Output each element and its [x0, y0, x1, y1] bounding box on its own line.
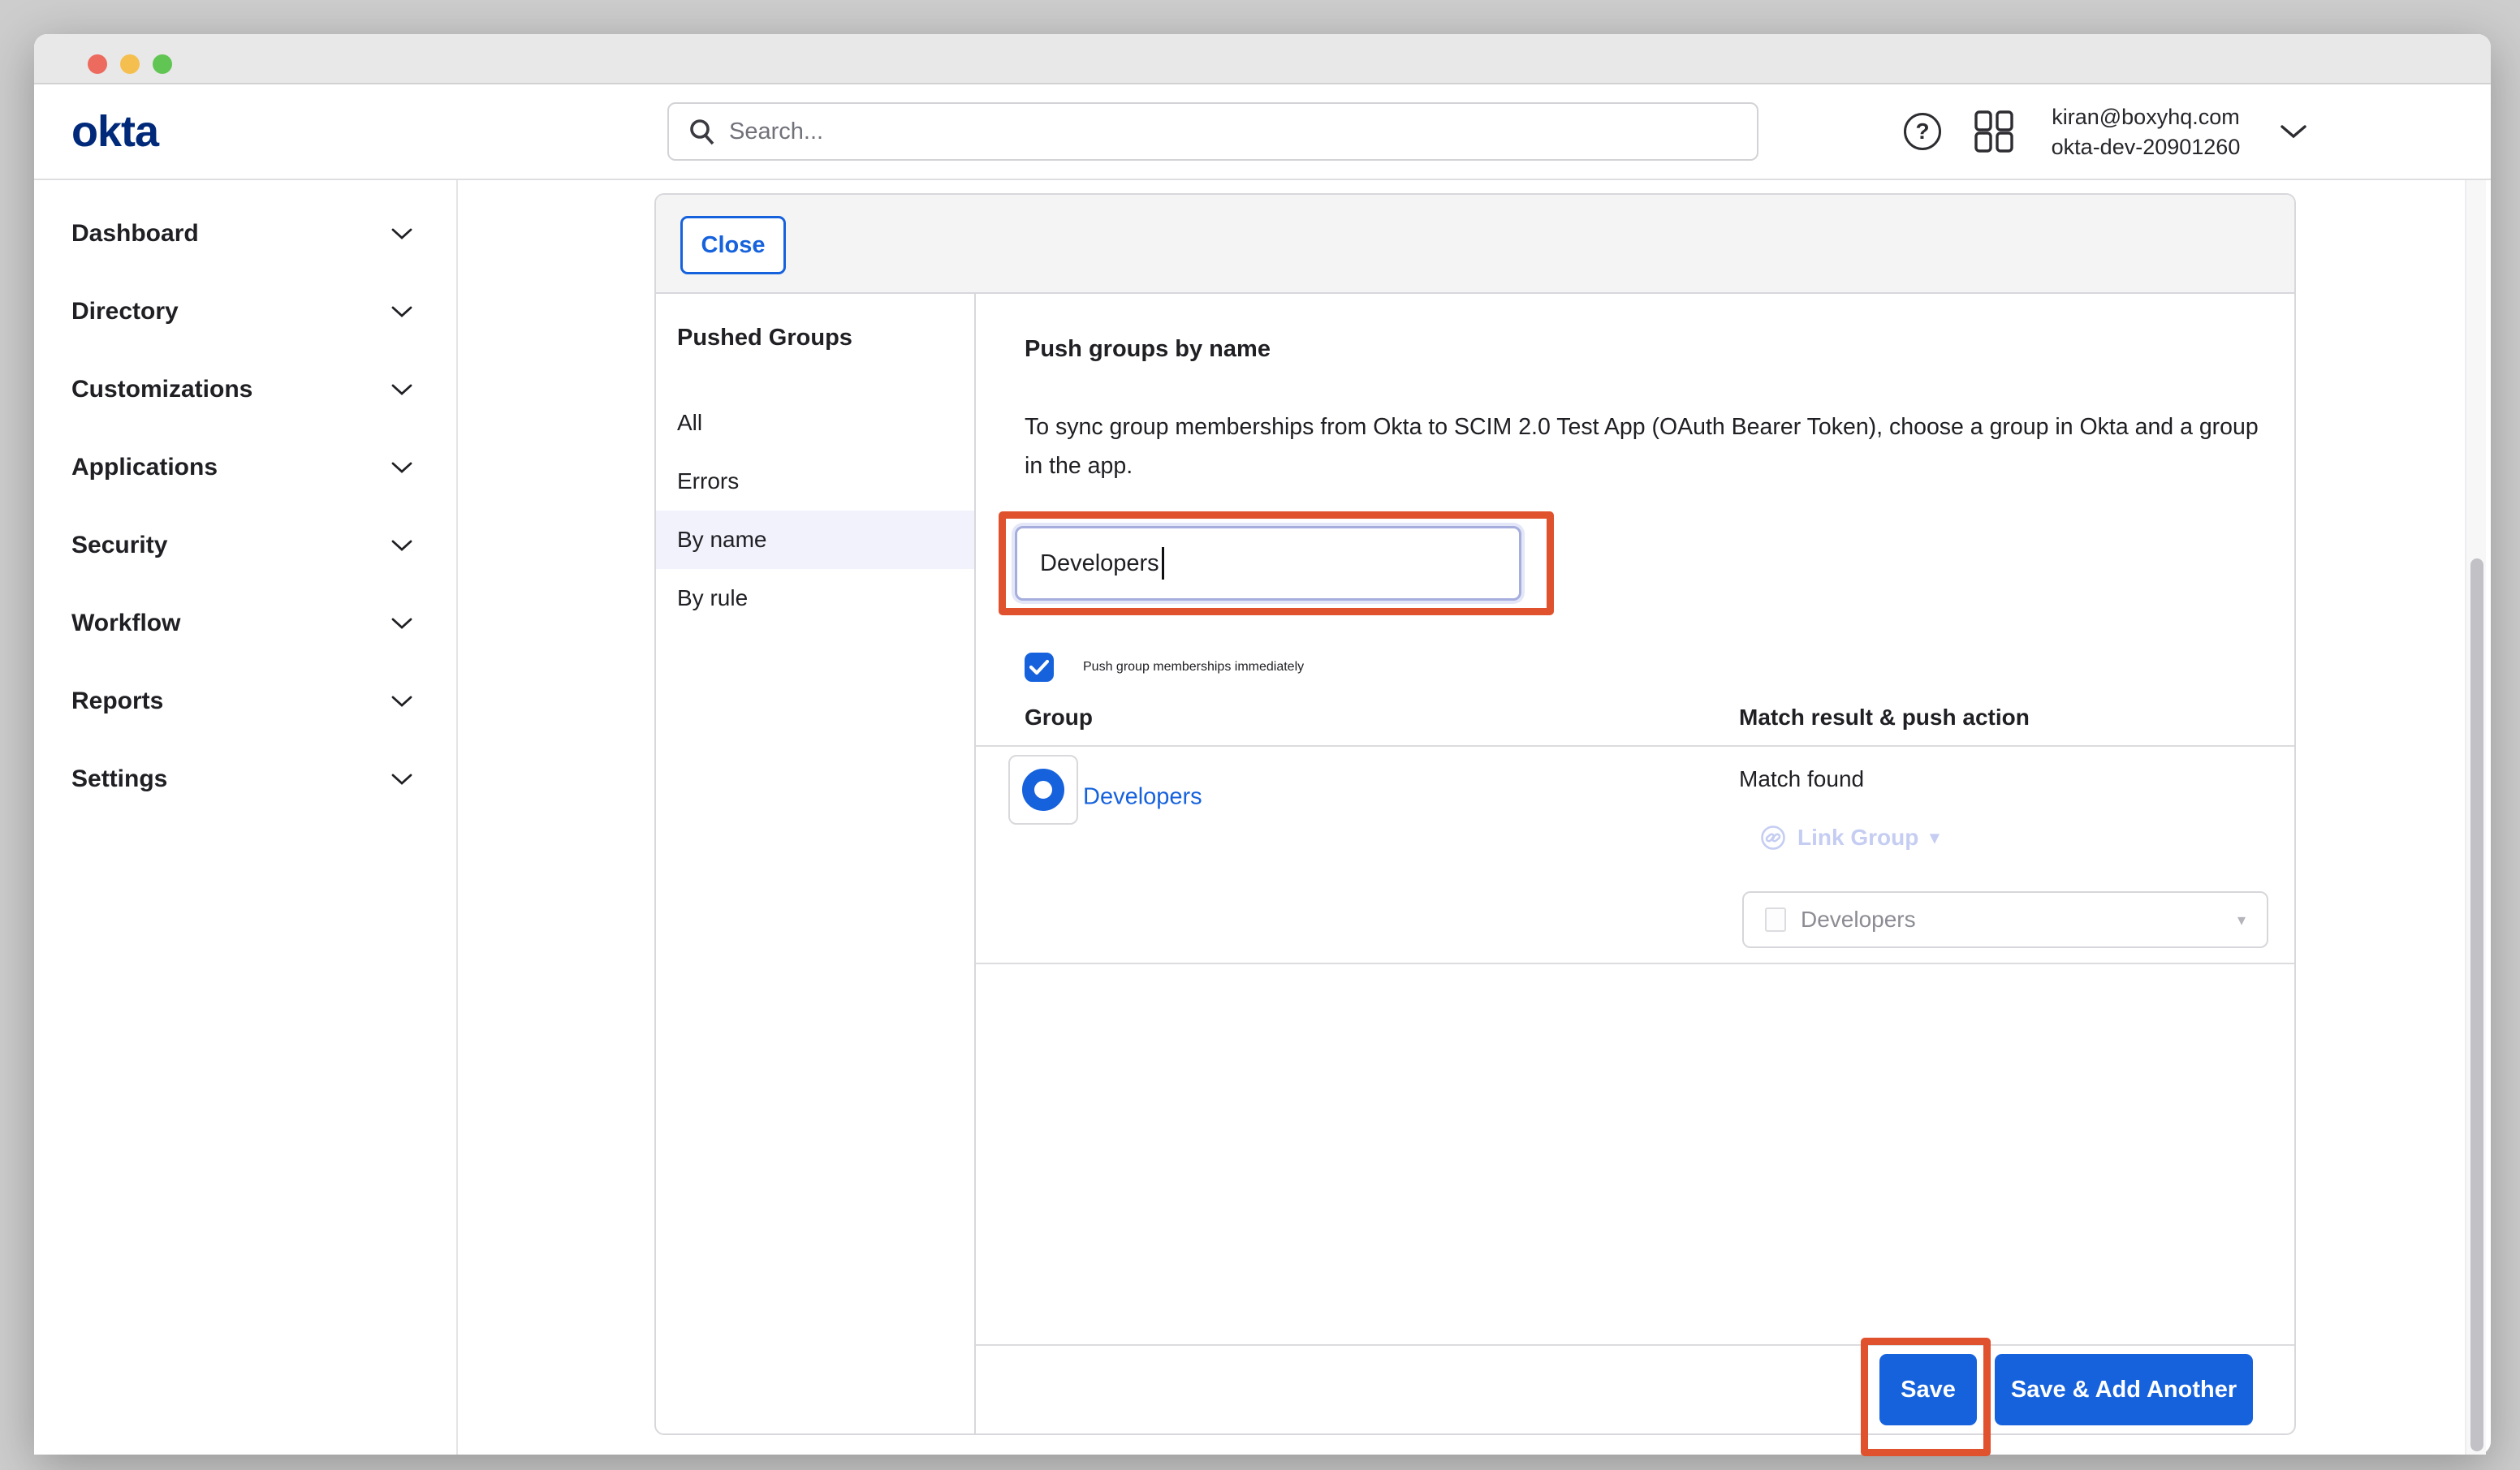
- nav-item-errors[interactable]: Errors: [656, 452, 974, 511]
- help-icon: ?: [1904, 113, 1941, 150]
- group-name-link[interactable]: Developers: [1083, 784, 1202, 811]
- sidebar-item-workflow[interactable]: Workflow: [34, 584, 456, 662]
- chevron-down-icon: [391, 773, 412, 786]
- apps-grid-icon: [1974, 110, 2013, 153]
- minimize-window-button[interactable]: [120, 54, 140, 74]
- okta-circle-logo-icon: [1022, 769, 1064, 811]
- account-menu[interactable]: kiran@boxyhq.com okta-dev-20901260: [2030, 102, 2262, 162]
- link-group-label: Link Group: [1797, 825, 1918, 851]
- select-caret-icon: ▾: [2237, 910, 2246, 930]
- push-by-name-content: Push groups by name To sync group member…: [976, 294, 2294, 1433]
- chevron-down-icon: [391, 461, 412, 474]
- pushed-groups-title: Pushed Groups: [656, 325, 974, 351]
- apps-grid-button[interactable]: [1974, 112, 2013, 151]
- column-header-match: Match result & push action: [1739, 705, 2030, 731]
- check-icon: [1029, 659, 1049, 675]
- matched-group-select[interactable]: Developers ▾: [1742, 891, 2268, 948]
- close-window-button[interactable]: [88, 54, 107, 74]
- push-groups-panel: Close Pushed Groups All Errors By name B…: [654, 193, 2296, 1435]
- chevron-down-icon: [391, 695, 412, 708]
- sidebar-item-dashboard[interactable]: Dashboard: [34, 195, 456, 273]
- chevron-down-icon: ▾: [1930, 827, 1939, 848]
- help-button[interactable]: ?: [1903, 112, 1942, 151]
- account-email: kiran@boxyhq.com: [2030, 102, 2262, 132]
- chevron-down-icon[interactable]: [2280, 123, 2307, 140]
- pushed-groups-nav: Pushed Groups All Errors By name By rule: [656, 294, 976, 1433]
- table-row-divider: [976, 963, 2294, 964]
- annotation-box-group-input: [999, 511, 1554, 615]
- section-description: To sync group memberships from Okta to S…: [1025, 407, 2259, 485]
- section-heading: Push groups by name: [1025, 336, 1271, 363]
- sidebar-item-directory[interactable]: Directory: [34, 273, 456, 351]
- chevron-down-icon: [391, 305, 412, 318]
- nav-item-by-rule[interactable]: By rule: [656, 569, 974, 627]
- top-navigation-bar: okta ? kiran@boxyhq.com: [34, 84, 2491, 180]
- okta-group-icon: [1008, 755, 1078, 825]
- push-immediately-checkbox[interactable]: [1025, 653, 1054, 682]
- sidebar-item-applications[interactable]: Applications: [34, 429, 456, 507]
- search-icon: [688, 118, 716, 145]
- scrollbar-thumb[interactable]: [2470, 558, 2483, 1451]
- sidebar-item-security[interactable]: Security: [34, 507, 456, 584]
- scrollbar-track: [2465, 180, 2486, 1455]
- group-placeholder-icon: [1765, 907, 1786, 932]
- chain-link-icon: [1760, 825, 1786, 851]
- nav-item-all[interactable]: All: [656, 394, 974, 452]
- account-org: okta-dev-20901260: [2030, 132, 2262, 162]
- search-input[interactable]: [729, 119, 1757, 145]
- chevron-down-icon: [391, 383, 412, 396]
- close-button[interactable]: Close: [680, 216, 786, 274]
- window-titlebar: [34, 34, 2491, 84]
- link-group-dropdown[interactable]: Link Group ▾: [1760, 825, 1939, 851]
- okta-logo: okta: [71, 106, 158, 157]
- column-header-group: Group: [1025, 705, 1093, 731]
- save-add-another-button[interactable]: Save & Add Another: [1995, 1354, 2253, 1425]
- nav-item-by-name[interactable]: By name: [656, 511, 974, 569]
- annotation-box-save: [1861, 1338, 1991, 1456]
- browser-window: okta ? kiran@boxyhq.com: [34, 34, 2491, 1455]
- match-result-text: Match found: [1739, 766, 1864, 792]
- chevron-down-icon: [391, 227, 412, 240]
- chevron-down-icon: [391, 617, 412, 630]
- zoom-window-button[interactable]: [153, 54, 172, 74]
- footer-divider: [976, 1344, 2294, 1346]
- push-immediately-label: Push group memberships immediately: [1083, 660, 1304, 675]
- chevron-down-icon: [391, 539, 412, 552]
- matched-group-value: Developers: [1801, 907, 2223, 933]
- sidebar-item-customizations[interactable]: Customizations: [34, 351, 456, 429]
- table-header-divider: [976, 745, 2294, 747]
- admin-sidebar: Dashboard Directory Customizations Appli…: [34, 180, 458, 1455]
- panel-header: Close: [656, 195, 2294, 294]
- global-search[interactable]: [667, 102, 1758, 161]
- sidebar-item-settings[interactable]: Settings: [34, 740, 456, 818]
- sidebar-item-reports[interactable]: Reports: [34, 662, 456, 740]
